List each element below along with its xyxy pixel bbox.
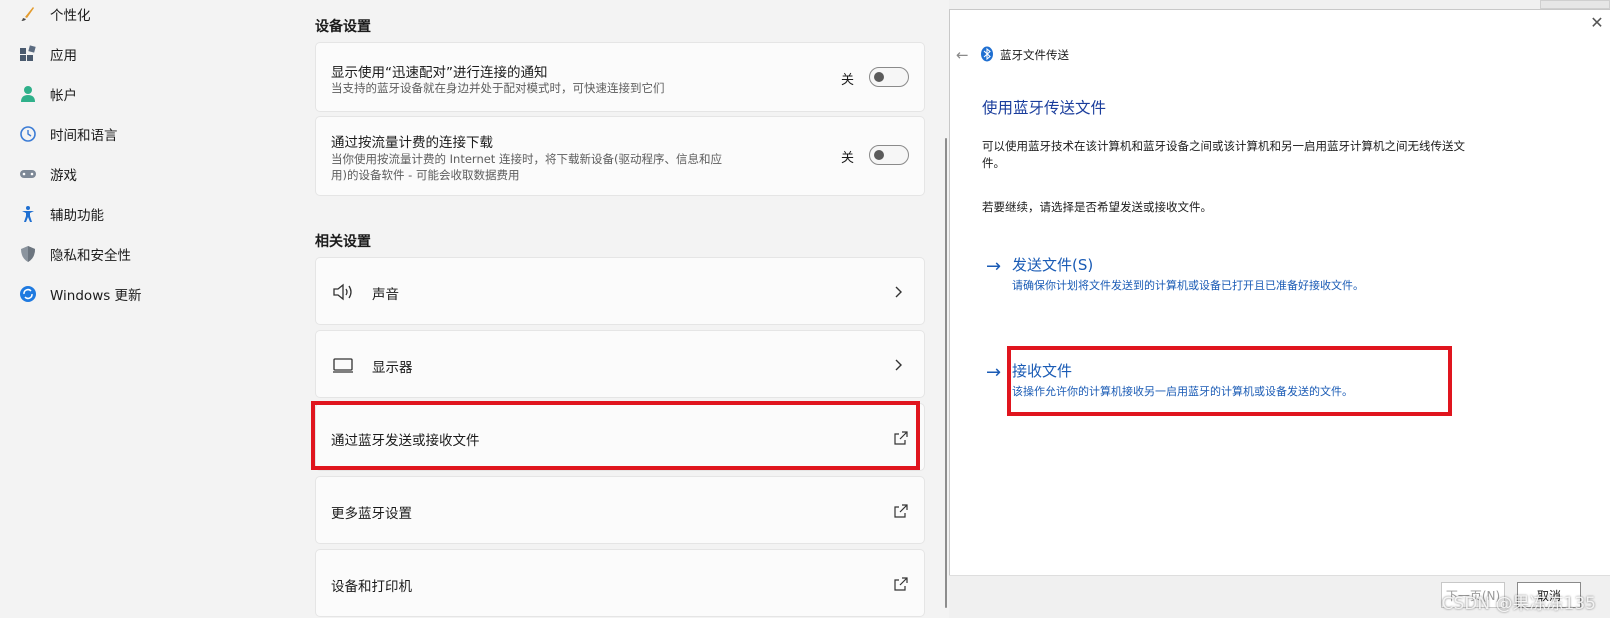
wizard-description-line1: 可以使用蓝牙技术在该计算机和蓝牙设备之间或该计算机和另一启用蓝牙计算机之间无线传…	[982, 139, 1465, 153]
swift-pair-toggle[interactable]	[869, 67, 909, 87]
sidebar-item-label: 时间和语言	[50, 128, 118, 144]
background-window-button	[1540, 0, 1610, 9]
highlight-box-bluetooth-link	[311, 401, 920, 470]
clock-globe-icon	[18, 124, 38, 144]
sidebar-item-apps[interactable]: 应用	[14, 37, 276, 71]
settings-scrollbar[interactable]	[945, 138, 947, 608]
window-top-strip	[949, 0, 1610, 9]
chevron-right-icon	[895, 286, 902, 298]
display-link-card[interactable]: 显示器	[315, 330, 925, 398]
section-heading-related-settings: 相关设置	[315, 234, 371, 250]
accessibility-icon	[18, 204, 38, 224]
watermark: CSDN @果冻冻135	[1441, 594, 1596, 614]
display-label: 显示器	[372, 360, 413, 376]
toggle-knob	[874, 72, 884, 82]
sidebar-item-windows-update[interactable]: Windows 更新	[14, 277, 276, 311]
wizard-description-line2: 件。	[982, 156, 1005, 170]
more-bluetooth-settings-label: 更多蓝牙设置	[331, 506, 412, 522]
sidebar-item-label: 辅助功能	[50, 208, 104, 224]
external-link-icon	[894, 504, 908, 518]
sidebar-item-label: Windows 更新	[50, 288, 142, 304]
settings-sidebar: 个性化 应用 帐户 时间和语言 游戏 辅助功能 隐私和安全性 Windows 更…	[0, 0, 290, 618]
more-bluetooth-settings-link-card[interactable]: 更多蓝牙设置	[315, 476, 925, 544]
shield-icon	[18, 244, 38, 264]
sidebar-item-accessibility[interactable]: 辅助功能	[14, 197, 276, 231]
window-title: 蓝牙文件传送	[1000, 48, 1069, 62]
send-files-description: 请确保你计划将文件发送到的计算机或设备已打开且已准备好接收文件。	[1012, 279, 1364, 292]
metered-download-description-line2: 用)的设备软件 - 可能会收取数据费用	[331, 168, 520, 182]
metered-download-toggle[interactable]	[869, 145, 909, 165]
sidebar-item-privacy[interactable]: 隐私和安全性	[14, 237, 276, 271]
sidebar-item-label: 帐户	[50, 88, 77, 104]
metered-download-toggle-state: 关	[840, 151, 854, 166]
chevron-right-icon	[895, 359, 902, 371]
speaker-icon	[332, 282, 356, 302]
send-files-title: 发送文件(S)	[1012, 256, 1094, 274]
metered-download-title: 通过按流量计费的连接下载	[331, 135, 493, 151]
sidebar-item-label: 个性化	[50, 8, 91, 24]
sidebar-item-gaming[interactable]: 游戏	[14, 157, 276, 191]
back-arrow-icon[interactable]: ←	[956, 46, 969, 64]
wizard-heading: 使用蓝牙传送文件	[982, 99, 1107, 117]
sidebar-item-time-language[interactable]: 时间和语言	[14, 117, 276, 151]
wizard-prompt: 若要继续，请选择是否希望发送或接收文件。	[982, 200, 1212, 214]
gamepad-icon	[18, 164, 38, 184]
metered-download-setting-card: 通过按流量计费的连接下载 当你使用按流量计费的 Internet 连接时，将下载…	[315, 116, 925, 196]
swift-pair-title: 显示使用“迅速配对”进行连接的通知	[331, 65, 548, 81]
close-icon[interactable]: ✕	[1590, 15, 1604, 31]
external-link-icon	[894, 577, 908, 591]
sound-link-card[interactable]: 声音	[315, 257, 925, 325]
sidebar-item-accounts[interactable]: 帐户	[14, 77, 276, 111]
metered-download-description-line1: 当你使用按流量计费的 Internet 连接时，将下载新设备(驱动程序、信息和应	[331, 152, 722, 166]
apps-icon	[18, 44, 38, 64]
arrow-right-icon: →	[986, 256, 1002, 277]
sidebar-item-label: 应用	[50, 48, 77, 64]
sidebar-item-personalization[interactable]: 个性化	[14, 0, 276, 31]
send-files-option[interactable]: → 发送文件(S) 请确保你计划将文件发送到的计算机或设备已打开且已准备好接收文…	[986, 254, 1364, 293]
person-icon	[18, 84, 38, 104]
arrow-right-icon: →	[986, 362, 1002, 383]
sidebar-item-label: 游戏	[50, 168, 77, 184]
bluetooth-file-transfer-window: ✕ ← 蓝牙文件传送 使用蓝牙传送文件 可以使用蓝牙技术在该计算机和蓝牙设备之间…	[949, 9, 1610, 618]
bluetooth-icon	[981, 46, 993, 62]
devices-and-printers-label: 设备和打印机	[331, 579, 412, 595]
swift-pair-setting-card: 显示使用“迅速配对”进行连接的通知 当支持的蓝牙设备就在身边并处于配对模式时，可…	[315, 42, 925, 112]
devices-and-printers-link-card[interactable]: 设备和打印机	[315, 549, 925, 617]
update-icon	[18, 284, 38, 304]
monitor-icon	[332, 355, 356, 375]
toggle-knob	[874, 150, 884, 160]
sidebar-item-label: 隐私和安全性	[50, 248, 131, 264]
swift-pair-description: 当支持的蓝牙设备就在身边并处于配对模式时，可快速连接到它们	[331, 81, 665, 95]
highlight-box-receive-files	[1007, 346, 1452, 416]
brush-icon	[18, 4, 38, 24]
section-heading-device-settings: 设备设置	[315, 19, 371, 35]
swift-pair-toggle-state: 关	[840, 73, 854, 88]
sound-label: 声音	[372, 287, 399, 303]
